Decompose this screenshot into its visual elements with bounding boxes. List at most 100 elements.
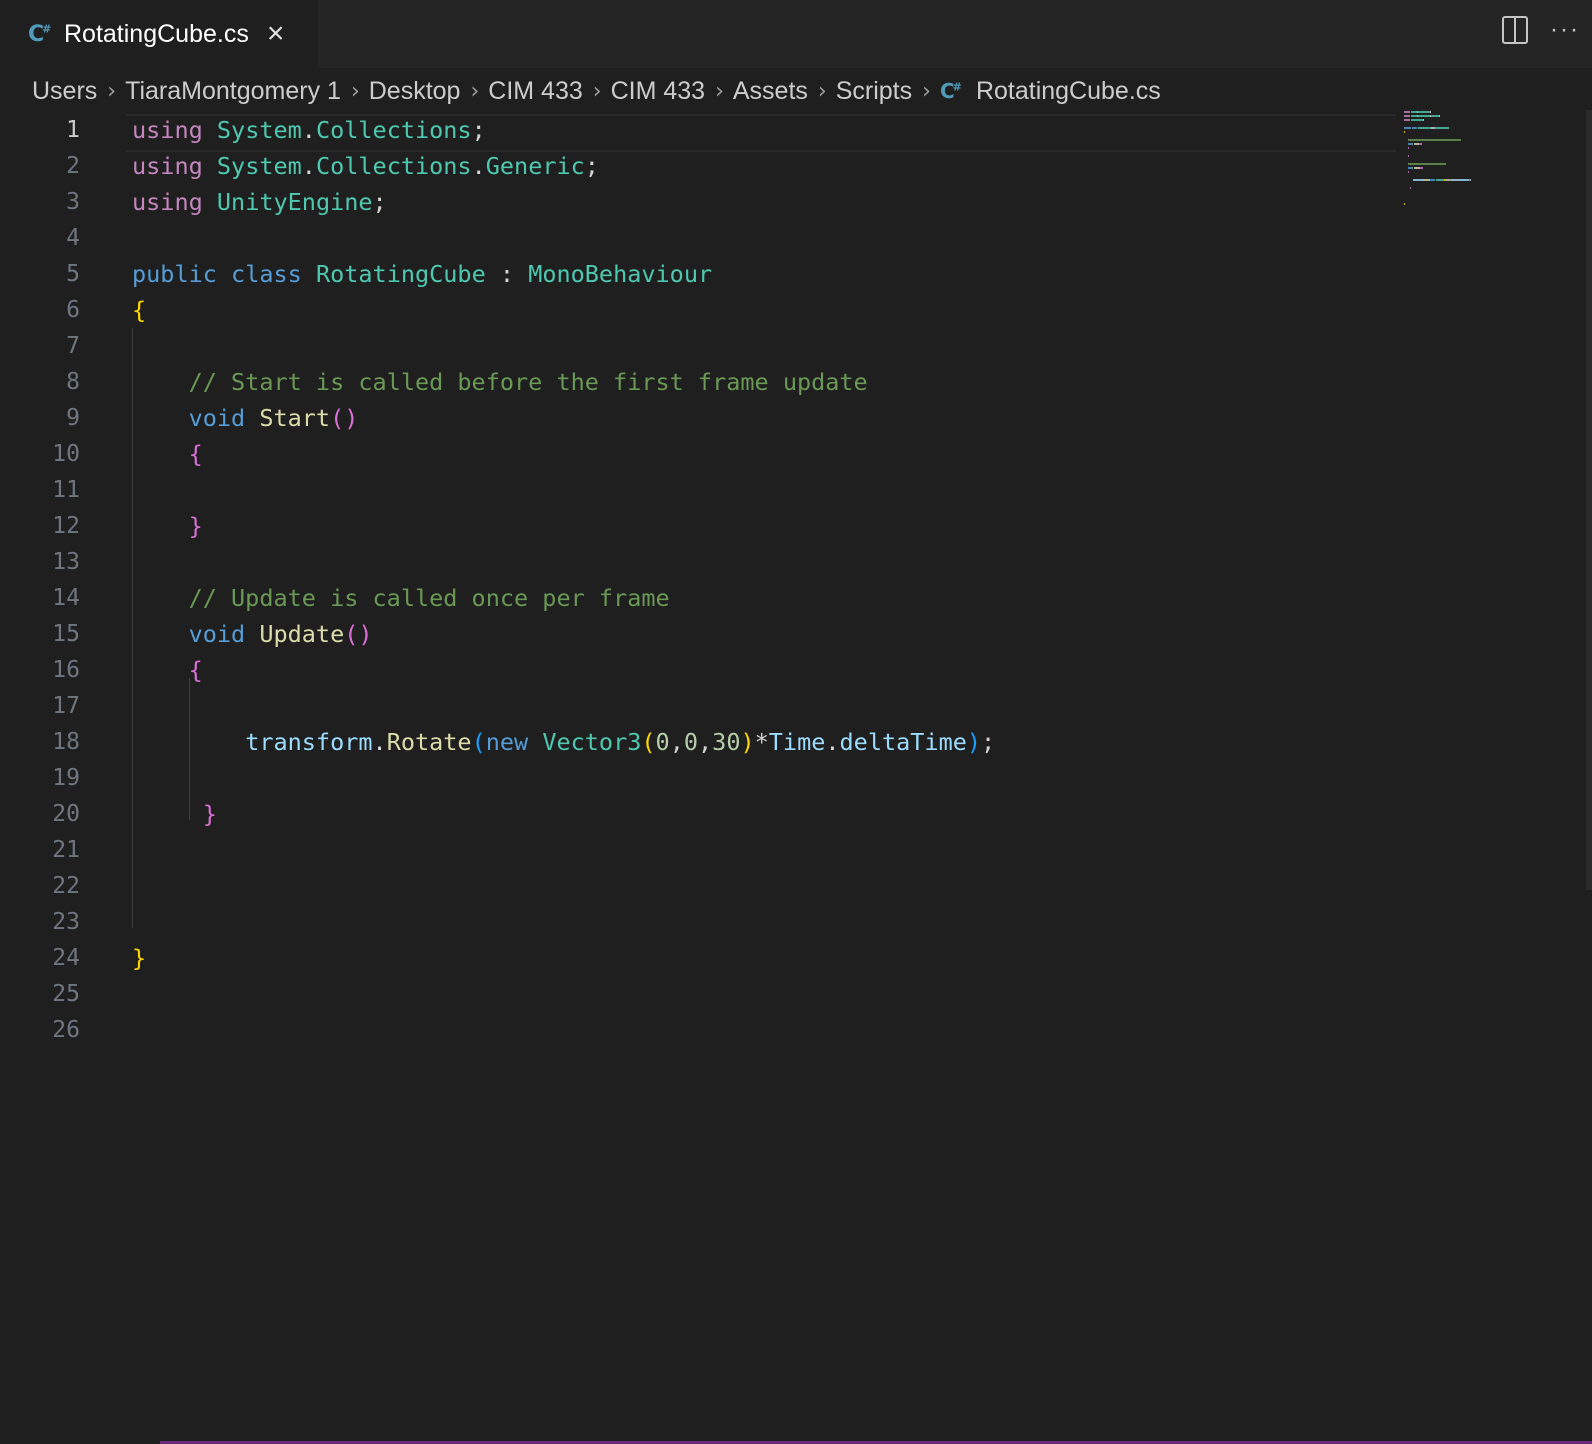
code-line[interactable] (132, 868, 995, 904)
breadcrumb-item[interactable]: Assets (733, 77, 808, 106)
code-line[interactable]: void Start() (132, 400, 995, 436)
minimap-token (1434, 127, 1450, 129)
code-token: . (825, 728, 840, 756)
minimap[interactable] (1404, 110, 1554, 210)
code-line[interactable]: { (132, 292, 995, 328)
line-number: 2 (66, 153, 80, 179)
minimap-token (1431, 115, 1440, 117)
code-line[interactable] (132, 544, 995, 580)
code-token: MonoBehaviour (528, 260, 713, 288)
minimap-line (1404, 210, 1554, 214)
code-line[interactable]: } (132, 940, 995, 976)
code-content[interactable]: using System.Collections; using System.Co… (132, 112, 995, 1048)
code-token: ) (966, 728, 982, 756)
minimap-token (1410, 119, 1423, 121)
minimap-token (1423, 179, 1431, 181)
code-token: Update (259, 620, 345, 648)
code-token: { (132, 296, 147, 324)
code-line[interactable] (132, 328, 995, 364)
code-token: * (754, 728, 769, 756)
breadcrumb-item[interactable]: CIM 433 (611, 77, 705, 106)
code-line[interactable]: } (132, 508, 995, 544)
minimap-token (1422, 119, 1424, 121)
code-token: Start (259, 404, 331, 432)
code-token: () (344, 620, 373, 648)
minimap-token (1404, 203, 1406, 205)
code-line[interactable] (132, 976, 995, 1012)
code-line[interactable]: void Update() (132, 616, 995, 652)
code-token: RotatingCube (315, 260, 486, 288)
code-line[interactable]: } (132, 796, 995, 832)
line-number: 25 (52, 981, 80, 1007)
code-token: ( (641, 728, 656, 756)
code-line[interactable]: // Start is called before the first fram… (132, 364, 995, 400)
code-line[interactable]: // Update is called once per frame (132, 580, 995, 616)
chevron-right-icon: › (350, 78, 360, 104)
line-number: 11 (52, 477, 80, 503)
more-actions-icon[interactable]: ··· (1550, 18, 1580, 42)
code-line[interactable]: { (132, 436, 995, 472)
code-editor[interactable]: 1 2 3 4 5 6 7 8 9 10 11 12 13 14 15 16 17 18 19 20 21 22 23 24 2… (0, 110, 1592, 1444)
breadcrumb-item-file[interactable]: RotatingCube.cs (976, 77, 1161, 106)
code-line[interactable]: using System.Collections.Generic; (132, 148, 995, 184)
split-editor-icon[interactable] (1502, 16, 1529, 44)
code-line[interactable]: { (132, 652, 995, 688)
minimap-token (1458, 179, 1469, 181)
code-token: ; (471, 116, 486, 144)
line-number: 22 (52, 873, 80, 899)
code-token: class (231, 260, 302, 288)
code-line[interactable] (132, 832, 995, 868)
minimap-token (1408, 155, 1410, 157)
code-line[interactable]: transform.Rotate(new Vector3(0,0,30)*Tim… (132, 724, 995, 760)
code-token: public (132, 260, 217, 288)
code-token: { (188, 656, 203, 684)
code-token: ; (981, 728, 996, 756)
code-token: () (330, 404, 359, 432)
breadcrumb-item[interactable]: CIM 433 (488, 77, 582, 106)
csharp-file-icon: C# (939, 79, 962, 103)
code-line[interactable]: using UnityEngine; (132, 184, 995, 220)
code-line[interactable] (132, 688, 995, 724)
minimap-token (1410, 115, 1418, 117)
minimap-token (1420, 167, 1423, 169)
code-line[interactable] (132, 904, 995, 940)
line-number: 12 (52, 513, 80, 539)
minimap-token (1430, 111, 1432, 113)
minimap-token (1408, 139, 1462, 141)
breadcrumb-item[interactable]: Desktop (369, 77, 461, 106)
code-line[interactable]: using System.Collections; (132, 112, 995, 148)
minimap-token (1439, 115, 1441, 117)
code-token: } (132, 944, 147, 972)
breadcrumb-item[interactable]: Scripts (836, 77, 912, 106)
line-number: 10 (52, 441, 80, 467)
code-line[interactable] (132, 472, 995, 508)
code-line[interactable] (132, 760, 995, 796)
breadcrumb-item[interactable]: TiaraMontgomery 1 (125, 77, 341, 106)
line-number: 23 (52, 909, 80, 935)
line-number: 5 (66, 261, 80, 287)
vertical-scrollbar[interactable] (1586, 110, 1592, 890)
breadcrumb-item[interactable]: Users (32, 77, 97, 106)
minimap-token (1404, 179, 1413, 181)
code-line[interactable]: public class RotatingCube : MonoBehaviou… (132, 256, 995, 292)
code-line[interactable] (132, 1012, 995, 1048)
csharp-file-icon: C# (28, 21, 52, 47)
code-token: 30 (712, 728, 741, 756)
code-token: using (132, 152, 203, 180)
minimap-token (1418, 127, 1432, 129)
minimap-token (1410, 111, 1418, 113)
line-number: 9 (66, 405, 80, 431)
close-icon[interactable]: × (267, 19, 285, 49)
editor-tab-rotatingcube[interactable]: C# RotatingCube.cs × (0, 0, 318, 68)
line-number-gutter: 1 2 3 4 5 6 7 8 9 10 11 12 13 14 15 16 17 18 19 20 21 22 23 24 2… (0, 112, 80, 1048)
minimap-token (1408, 147, 1410, 149)
code-line[interactable] (132, 220, 995, 256)
chevron-right-icon: › (592, 78, 602, 104)
